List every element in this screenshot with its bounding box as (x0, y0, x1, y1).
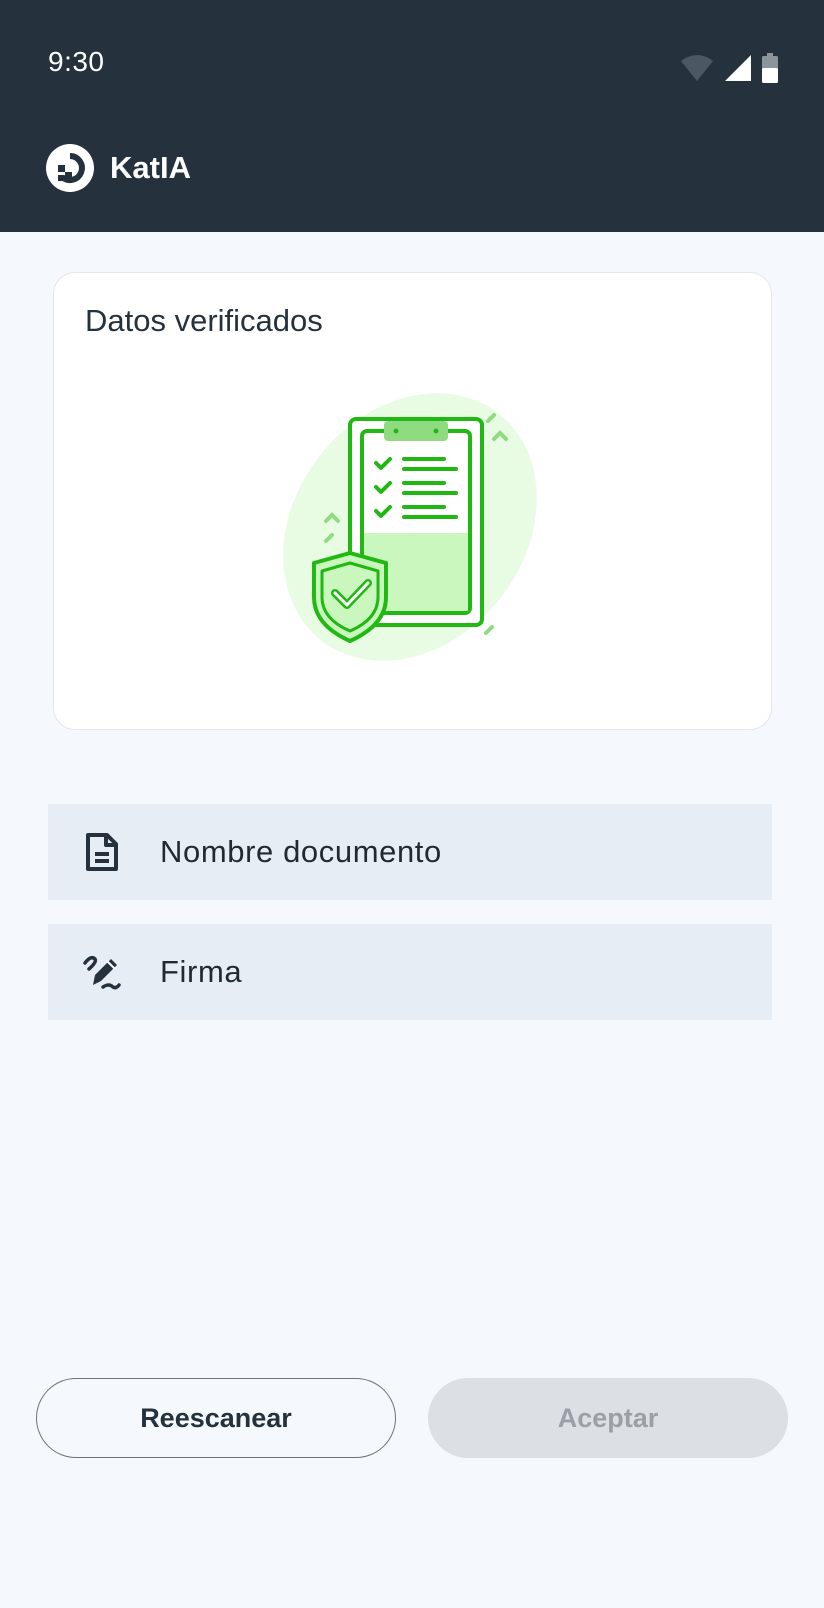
accept-button[interactable]: Aceptar (428, 1378, 788, 1458)
verified-clipboard-shield-illustration (280, 391, 540, 663)
katia-logo-icon (46, 144, 94, 192)
card-title: Datos verificados (85, 303, 323, 338)
status-time: 9:30 (48, 46, 105, 77)
document-icon (82, 832, 122, 872)
header: 9:30 KatIA (0, 0, 824, 232)
battery-icon (762, 53, 778, 83)
list-item-label: Firma (160, 954, 243, 989)
status-icons (680, 52, 778, 84)
app-title: KatIA (110, 150, 191, 185)
wifi-icon (680, 54, 714, 82)
list-item-signature[interactable]: Firma (48, 924, 772, 1020)
list-item-document-name[interactable]: Nombre documento (48, 804, 772, 900)
cell-signal-icon (724, 54, 752, 82)
list-item-label: Nombre documento (160, 834, 442, 869)
signature-pen-icon (82, 952, 122, 992)
app-screen: 9:30 KatIA Datos verificados Nombre docu… (0, 0, 824, 1608)
verified-data-card: Datos verificados (53, 272, 772, 730)
rescan-button[interactable]: Reescanear (36, 1378, 396, 1458)
